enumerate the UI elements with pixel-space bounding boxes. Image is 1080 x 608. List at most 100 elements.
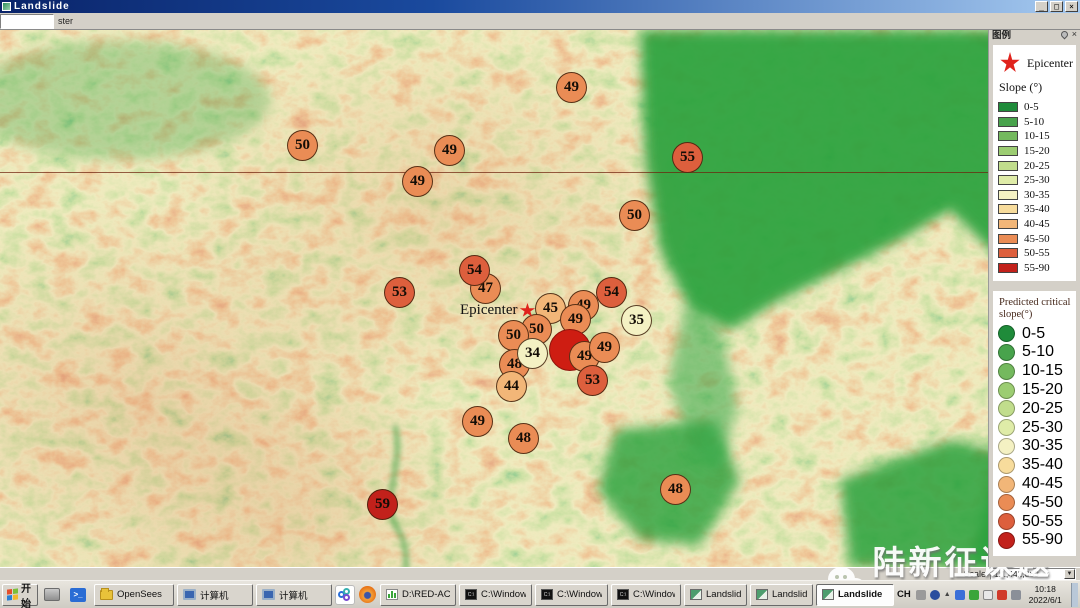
- taskbar: 开始 >_ OpenSees计算机计算机D:\RED-ACT\...C:\C:\…: [0, 580, 1080, 608]
- critical-class-row: 35-40: [998, 456, 1073, 475]
- slope-marker-50: 50: [287, 130, 318, 161]
- slope-marker-49: 49: [556, 72, 587, 103]
- tray-network-icon[interactable]: [930, 590, 940, 600]
- critical-slope-legend-box: Predicted critical slope(°) 0-55-1010-15…: [993, 291, 1076, 556]
- tray-expand-icon[interactable]: ▲: [944, 591, 951, 598]
- folder-icon: [100, 590, 113, 600]
- critical-class-label: 40-45: [1022, 475, 1063, 493]
- taskbar-button-landslide[interactable]: Landslide: [816, 584, 894, 606]
- legend-close-icon[interactable]: ×: [1072, 31, 1077, 38]
- taskbar-button--[interactable]: 计算机: [256, 584, 332, 606]
- powershell-quicklaunch-icon[interactable]: >_: [70, 588, 86, 602]
- title-bar: Landslide _ □ ×: [0, 0, 1080, 13]
- critical-class-swatch: [998, 457, 1015, 474]
- slope-class-label: 35-40: [1024, 203, 1050, 215]
- critical-class-row: 40-45: [998, 475, 1073, 494]
- taskbar-button-c-windows-s-[interactable]: C:\C:\Windows\s...: [535, 584, 608, 606]
- tray-schedule-icon[interactable]: [1011, 590, 1021, 600]
- fault-line: [0, 172, 1080, 173]
- slope-class-swatch: [998, 117, 1018, 127]
- slope-class-list: 0-55-1010-1515-2020-2525-3030-3535-4040-…: [998, 100, 1073, 275]
- tray-icons: ▲: [916, 590, 1021, 600]
- tray-safety-icon[interactable]: [969, 590, 979, 600]
- tray-printer-icon[interactable]: [916, 590, 926, 600]
- critical-class-label: 45-50: [1022, 494, 1063, 512]
- chart-icon: [386, 589, 398, 600]
- slope-class-swatch: [998, 190, 1018, 200]
- minimize-button[interactable]: _: [1035, 1, 1048, 12]
- critical-class-label: 30-35: [1022, 437, 1063, 455]
- tray-flag-icon[interactable]: [983, 590, 993, 600]
- slope-class-swatch: [998, 219, 1018, 229]
- tray-input-icon[interactable]: [955, 590, 965, 600]
- slope-class-label: 45-50: [1024, 233, 1050, 245]
- tray-block-icon[interactable]: [997, 590, 1007, 600]
- printer-quicklaunch-icon[interactable]: [44, 588, 60, 601]
- taskbar-button-c-windows-s-[interactable]: C:\C:\Windows\s...: [611, 584, 681, 606]
- slope-marker-53: 53: [384, 277, 415, 308]
- critical-class-swatch: [998, 419, 1015, 436]
- language-indicator[interactable]: CH: [897, 589, 911, 600]
- critical-class-row: 45-50: [998, 493, 1073, 512]
- critical-class-label: 15-20: [1022, 381, 1063, 399]
- close-button[interactable]: ×: [1065, 1, 1078, 12]
- taskbar-button-landslide[interactable]: Landslide: [750, 584, 813, 606]
- slope-class-label: 50-55: [1024, 247, 1050, 259]
- critical-class-label: 0-5: [1022, 325, 1045, 343]
- slope-class-label: 30-35: [1024, 189, 1050, 201]
- critical-class-swatch: [998, 363, 1015, 380]
- slope-class-label: 40-45: [1024, 218, 1050, 230]
- app-icon: [2, 2, 11, 11]
- slope-marker-50: 50: [619, 200, 650, 231]
- slope-marker-49: 49: [589, 332, 620, 363]
- critical-class-row: 50-55: [998, 512, 1073, 531]
- critical-class-swatch: [998, 325, 1015, 342]
- critical-class-swatch: [998, 438, 1015, 455]
- epicenter-label: Epicenter: [460, 302, 535, 319]
- window-title: Landslide: [14, 1, 70, 12]
- critical-class-swatch: [998, 382, 1015, 399]
- layer-input[interactable]: [0, 14, 54, 29]
- critical-class-label: 5-10: [1022, 343, 1054, 361]
- circles-browser-icon[interactable]: [335, 585, 355, 605]
- slope-class-swatch: [998, 146, 1018, 156]
- slope-class-row: 30-35: [998, 188, 1073, 203]
- maximize-button[interactable]: □: [1050, 1, 1063, 12]
- slope-class-swatch: [998, 204, 1018, 214]
- slope-marker-55: 55: [672, 142, 703, 173]
- show-desktop-button[interactable]: [1071, 583, 1078, 607]
- taskbar-button--[interactable]: 计算机: [177, 584, 253, 606]
- slope-class-row: 10-15: [998, 129, 1073, 144]
- slope-class-label: 25-30: [1024, 174, 1050, 186]
- critical-class-swatch: [998, 494, 1015, 511]
- slope-marker-34: 34: [517, 338, 548, 369]
- taskbar-buttons: OpenSees计算机计算机D:\RED-ACT\...C:\C:\Window…: [94, 584, 897, 606]
- taskbar-button-opensees[interactable]: OpenSees: [94, 584, 174, 606]
- slope-marker-48: 48: [508, 423, 539, 454]
- landslide-app-icon: [822, 589, 834, 600]
- map-canvas[interactable]: 4950494955504754535449453549505048344949…: [0, 30, 1080, 567]
- critical-class-row: 30-35: [998, 437, 1073, 456]
- slope-class-label: 0-5: [1024, 101, 1039, 113]
- firefox-icon[interactable]: [359, 586, 376, 603]
- toolbar-label: ster: [58, 16, 73, 26]
- landslide-app-icon: [690, 589, 702, 600]
- landslide-app-icon: [756, 589, 768, 600]
- slope-marker-35: 35: [621, 305, 652, 336]
- clock[interactable]: 10:18 2022/6/1: [1029, 584, 1062, 604]
- slope-marker-49: 49: [402, 166, 433, 197]
- slope-marker-59: 59: [367, 489, 398, 520]
- taskbar-button-d-red-act-[interactable]: D:\RED-ACT\...: [380, 584, 456, 606]
- start-button[interactable]: 开始: [2, 584, 38, 606]
- critical-class-label: 50-55: [1022, 513, 1063, 531]
- pin-icon[interactable]: [1059, 29, 1069, 39]
- slope-marker-54: 54: [459, 255, 490, 286]
- slope-class-row: 55-90: [998, 261, 1073, 276]
- taskbar-button-landslide[interactable]: Landslide: [684, 584, 747, 606]
- slope-class-swatch: [998, 175, 1018, 185]
- slope-class-label: 20-25: [1024, 160, 1050, 172]
- slope-class-row: 40-45: [998, 217, 1073, 232]
- taskbar-button-c-windows-s-[interactable]: C:\C:\Windows\s...: [459, 584, 532, 606]
- legend-epicenter-label: Epicenter: [1027, 56, 1073, 71]
- windows-logo-icon: [7, 588, 18, 600]
